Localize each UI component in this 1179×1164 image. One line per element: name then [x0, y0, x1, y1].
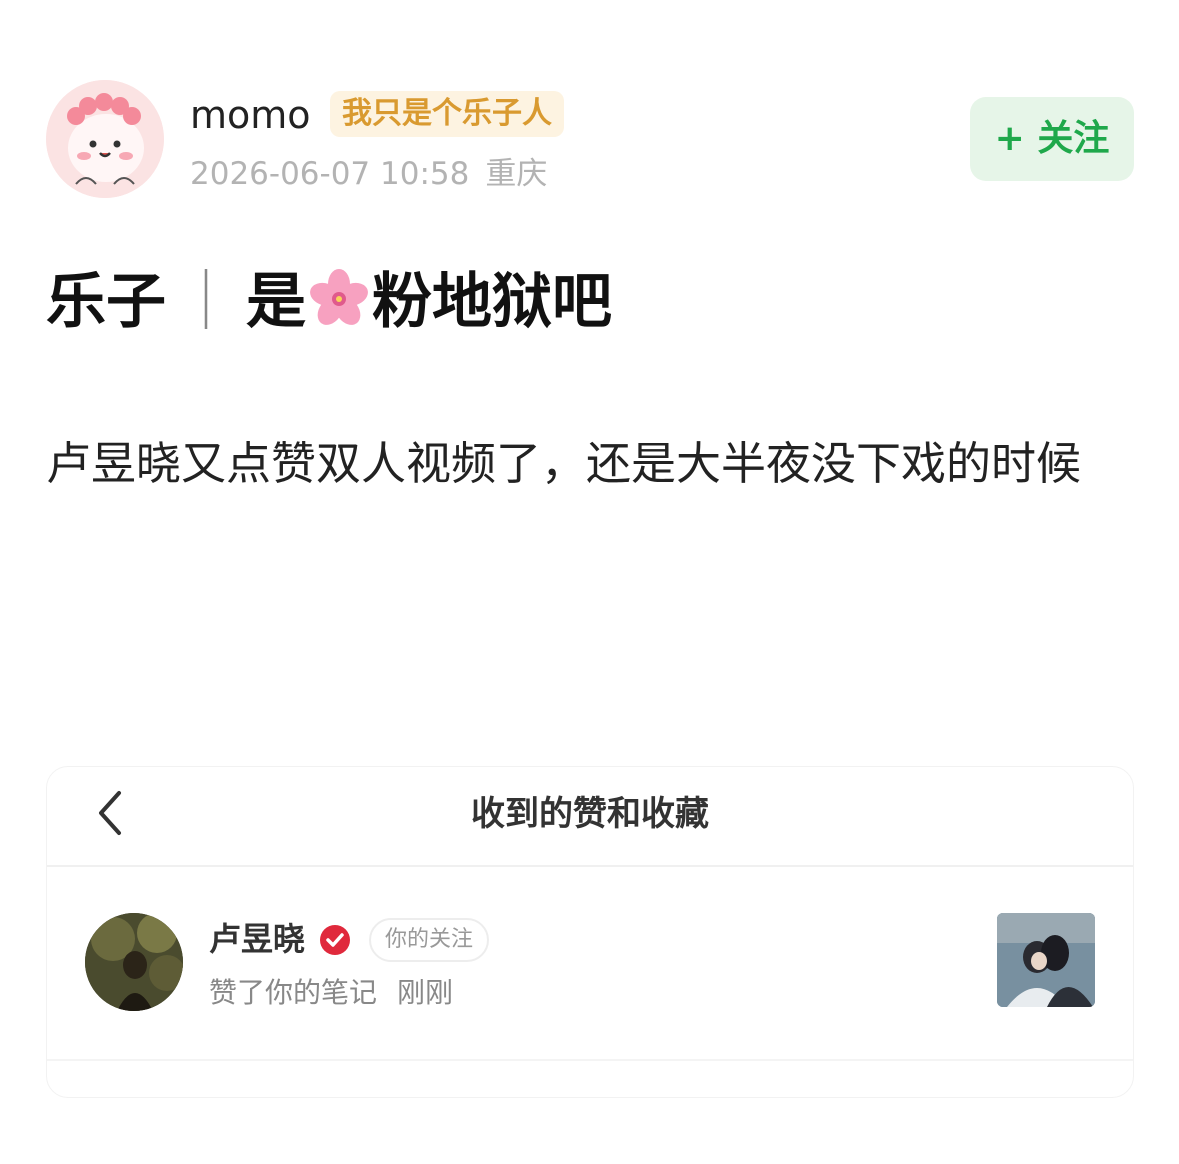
notification-time: 刚刚 [397, 976, 454, 1009]
embedded-screenshot[interactable]: 收到的赞和收藏 卢昱晓 你的关注 赞了你的笔记 刚刚 [46, 766, 1134, 1098]
notification-user-name[interactable]: 卢昱晓 [209, 917, 305, 961]
following-badge: 你的关注 [369, 918, 490, 962]
video-thumbnail-icon [997, 913, 1095, 1007]
post-title-part2: 是 [246, 267, 306, 337]
screenshot-header-title: 收到的赞和收藏 [471, 794, 709, 834]
post-title-separator: ｜ [176, 267, 236, 337]
author-tag-badge: 我只是个乐子人 [330, 91, 564, 137]
cherry-blossom-icon [310, 269, 368, 325]
verified-badge-icon [320, 925, 350, 955]
post-title-part1: 乐子 [46, 267, 166, 337]
row-divider [47, 1059, 1133, 1061]
follow-button[interactable]: + 关注 [970, 97, 1134, 181]
post-location: 重庆 [485, 156, 548, 192]
author-avatar[interactable] [46, 80, 164, 198]
user-photo-icon [85, 913, 183, 1011]
header-divider [47, 865, 1133, 867]
notification-user-avatar[interactable] [85, 913, 183, 1011]
post-meta: 2026-06-07 10:58 重庆 [190, 154, 547, 194]
note-thumbnail[interactable] [997, 913, 1095, 1007]
post-body: 卢昱晓又点赞双人视频了，还是大半夜没下戏的时候 [46, 437, 1082, 490]
cute-character-icon [46, 80, 164, 198]
author-name[interactable]: momo [190, 92, 311, 138]
notification-action-text: 赞了你的笔记 [209, 976, 378, 1009]
post-timestamp: 2026-06-07 10:58 [190, 156, 470, 192]
post-title: 乐子｜是 粉地狱吧 [46, 262, 612, 342]
notification-action: 赞了你的笔记 刚刚 [209, 973, 453, 1013]
post-title-part3: 粉地狱吧 [372, 267, 612, 337]
